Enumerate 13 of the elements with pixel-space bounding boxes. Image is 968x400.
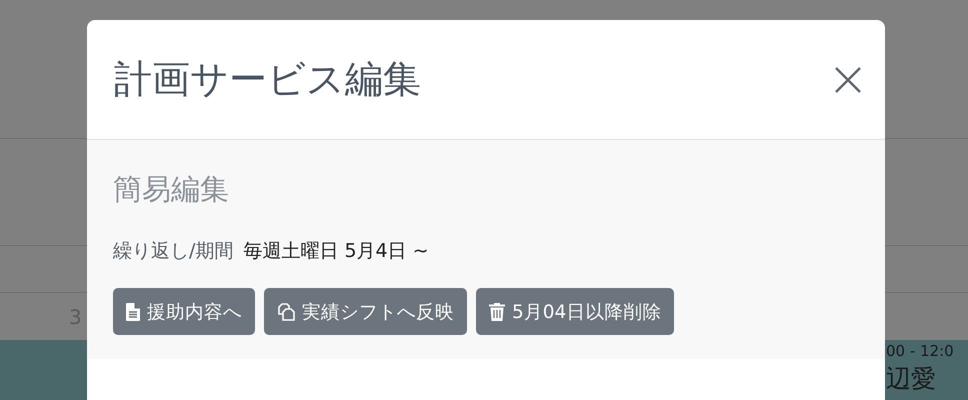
event-time: 00 - 12:0 — [886, 342, 955, 360]
field-value: 毎週土曜日 5月4日 ~ — [243, 239, 429, 264]
copy-icon — [277, 302, 295, 320]
section-heading: 簡易編集 — [113, 171, 230, 208]
action-button[interactable]: 実績シフトへ反映 — [264, 288, 467, 335]
document-icon — [126, 302, 140, 320]
action-button[interactable]: 援助内容へ — [113, 288, 255, 335]
trash-icon — [489, 302, 505, 320]
field-label: 繰り返し/期間 — [113, 239, 234, 264]
modal-title: 計画サービス編集 — [114, 56, 421, 103]
event-name: 辺愛 — [886, 363, 937, 395]
action-button[interactable]: 5月04日以降削除 — [476, 288, 674, 335]
close-icon[interactable] — [833, 64, 863, 94]
